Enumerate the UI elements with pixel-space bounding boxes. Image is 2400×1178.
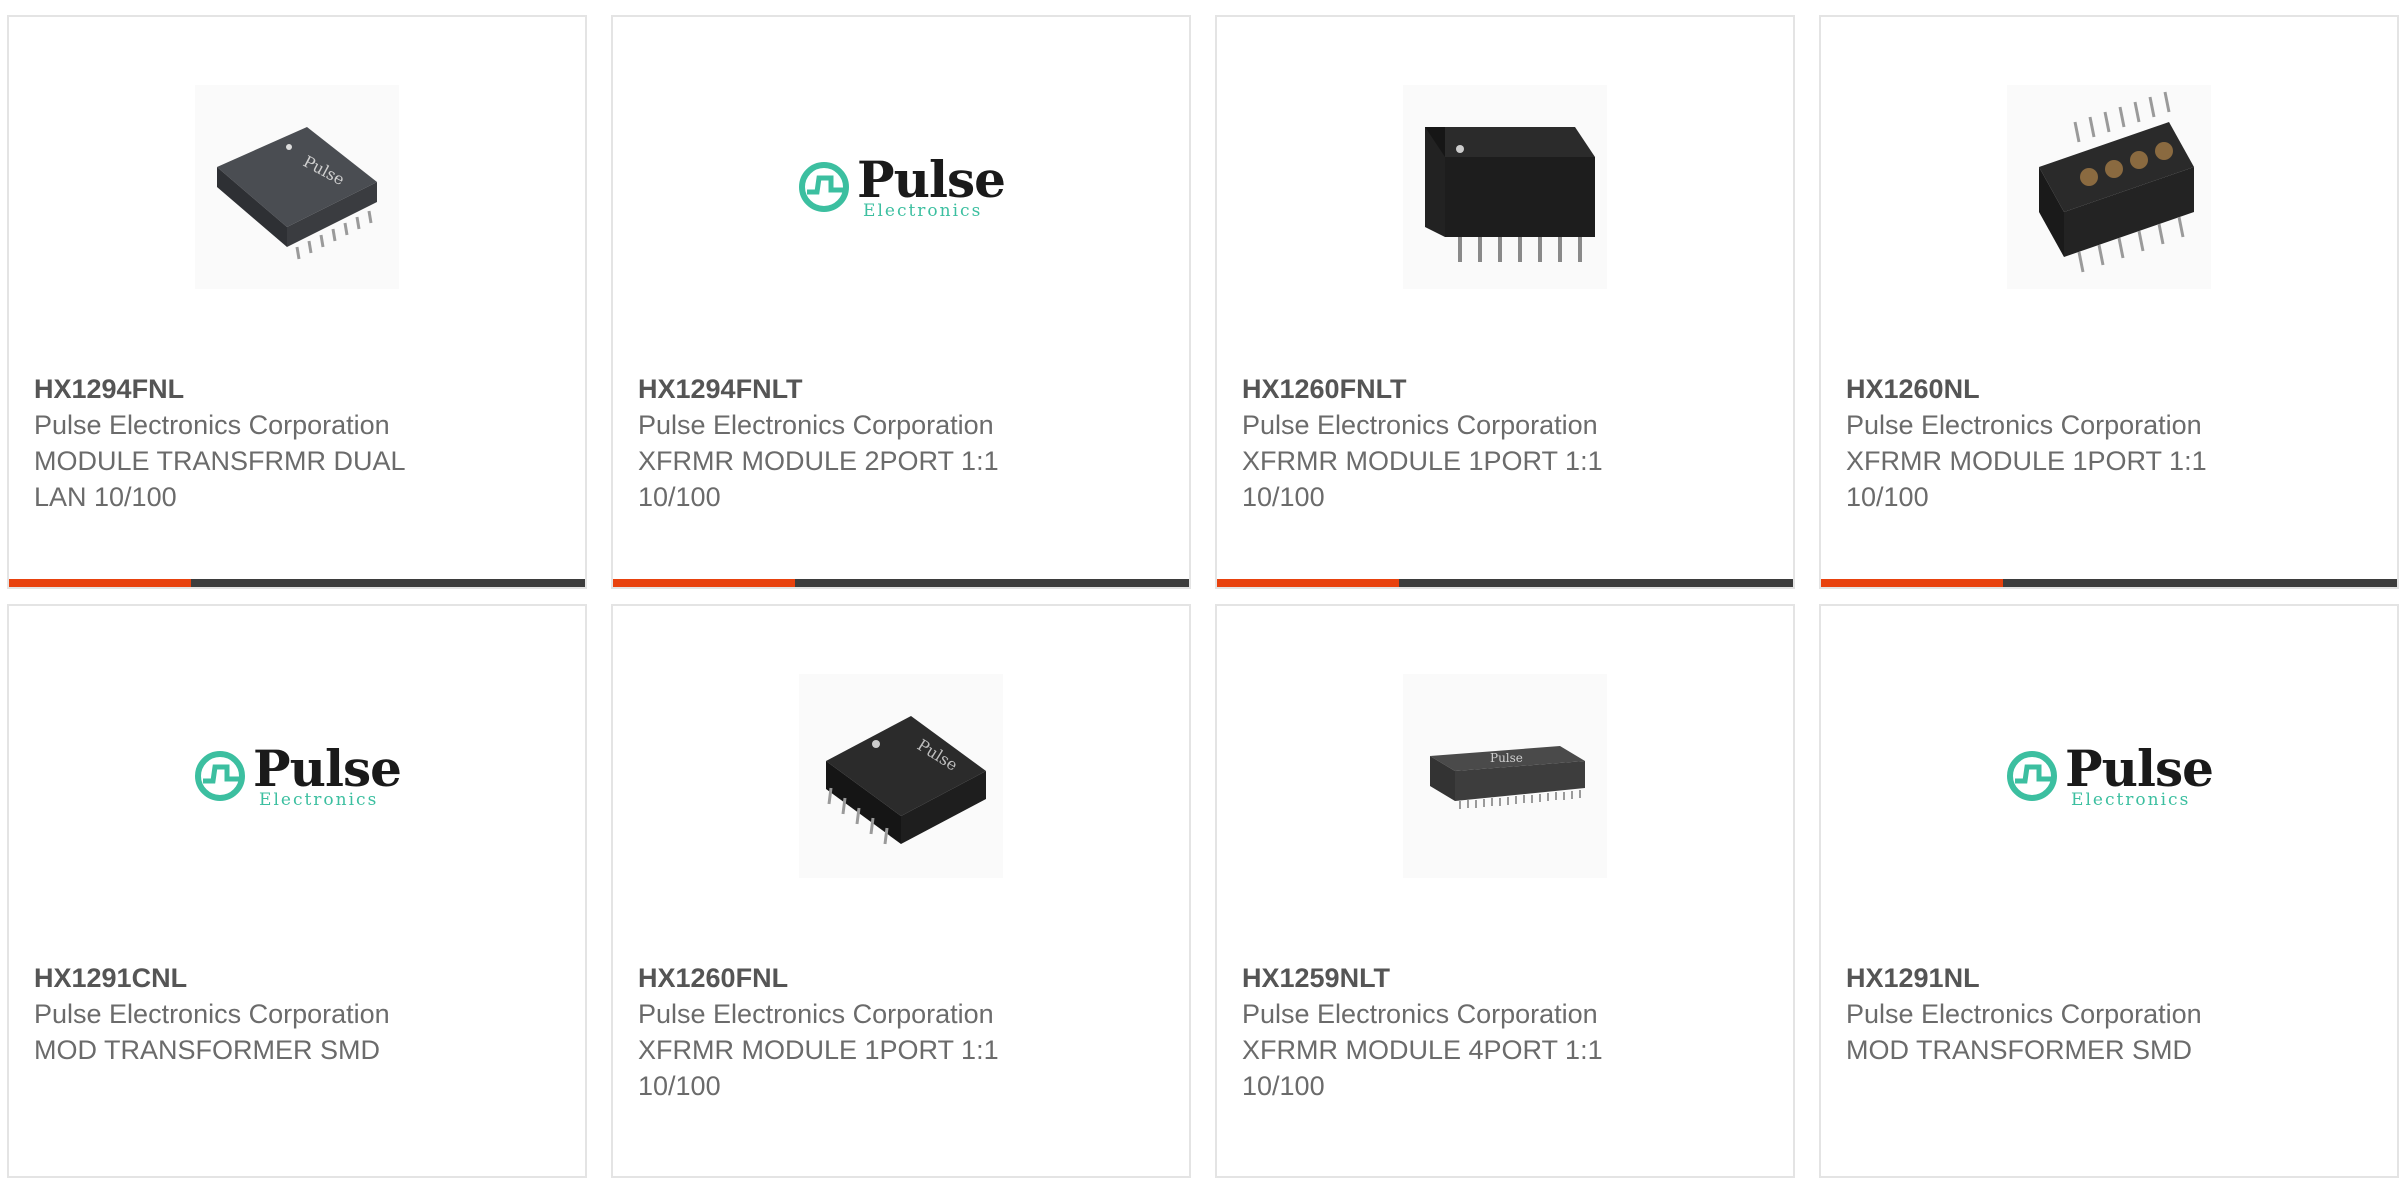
product-info: HX1260FNLT Pulse Electronics Corporation… (1242, 371, 1662, 515)
product-image: Pulse Electronics (1821, 674, 2397, 878)
description: XFRMR MODULE 1PORT 1:1 10/100 (638, 1035, 999, 1101)
product-card[interactable]: Pulse Electronics HX1291NL Pulse Electro… (1819, 604, 2399, 1178)
product-card[interactable]: HX1260NL Pulse Electronics Corporation X… (1819, 15, 2399, 589)
product-info: HX1260NL Pulse Electronics Corporation X… (1846, 371, 2266, 515)
manufacturer: Pulse Electronics Corporation (1242, 999, 1598, 1029)
product-image: Pulse (613, 674, 1189, 878)
product-info: HX1260FNL Pulse Electronics Corporation … (638, 960, 1058, 1104)
transformer-module-chip-icon: Pulse (799, 674, 1003, 878)
card-accent-bar (9, 579, 191, 587)
product-card[interactable]: Pulse HX1260FNL Pulse Electronics Corpor… (611, 604, 1191, 1178)
logo-sub: Electronics (259, 789, 379, 810)
card-bottom-bar (613, 579, 1189, 587)
card-bottom-bar (1217, 579, 1793, 587)
product-info: HX1259NLT Pulse Electronics Corporation … (1242, 960, 1662, 1104)
logo-brand: Pulse (857, 149, 1006, 209)
manufacturer: Pulse Electronics Corporation (1242, 410, 1598, 440)
pulse-logo-icon (799, 162, 850, 212)
description: XFRMR MODULE 4PORT 1:1 10/100 (1242, 1035, 1603, 1101)
card-accent-bar (613, 579, 795, 587)
description: MOD TRANSFORMER SMD (34, 1035, 381, 1065)
manufacturer: Pulse Electronics Corporation (638, 999, 994, 1029)
transformer-module-chip-icon (1403, 85, 1607, 289)
product-image: Pulse (9, 85, 585, 289)
part-number[interactable]: HX1260FNL (638, 960, 1058, 996)
part-number[interactable]: HX1259NLT (1242, 960, 1662, 996)
logo-brand: Pulse (253, 738, 402, 798)
logo-sub: Electronics (2071, 789, 2191, 810)
product-image (1821, 85, 2397, 289)
manufacturer: Pulse Electronics Corporation (34, 410, 390, 440)
logo-brand: Pulse (2065, 738, 2214, 798)
product-card[interactable]: Pulse HX1259NLT Pulse Electronics Corpor… (1215, 604, 1795, 1178)
pulse-electronics-logo: Pulse Electronics (2007, 674, 2214, 878)
product-card[interactable]: HX1260FNLT Pulse Electronics Corporation… (1215, 15, 1795, 589)
card-accent-bar (1821, 579, 2003, 587)
product-image (1217, 85, 1793, 289)
description: XFRMR MODULE 2PORT 1:1 10/100 (638, 446, 999, 512)
product-card[interactable]: Pulse Electronics HX1291CNL Pulse Electr… (7, 604, 587, 1178)
product-grid: Pulse HX1294FNL Pulse Electronics Corpor… (0, 0, 2400, 1178)
part-number[interactable]: HX1294FNL (34, 371, 454, 407)
product-image: Pulse (1217, 674, 1793, 878)
pulse-electronics-logo: Pulse Electronics (195, 674, 402, 878)
product-image: Pulse Electronics (613, 85, 1189, 289)
part-number[interactable]: HX1294FNLT (638, 371, 1058, 407)
manufacturer: Pulse Electronics Corporation (1846, 999, 2202, 1029)
svg-text:Pulse: Pulse (1490, 751, 1523, 765)
part-number[interactable]: HX1260FNLT (1242, 371, 1662, 407)
description: XFRMR MODULE 1PORT 1:1 10/100 (1242, 446, 1603, 512)
logo-sub: Electronics (863, 200, 983, 221)
manufacturer: Pulse Electronics Corporation (1846, 410, 2202, 440)
product-card[interactable]: Pulse HX1294FNL Pulse Electronics Corpor… (7, 15, 587, 589)
part-number[interactable]: HX1291NL (1846, 960, 2266, 996)
pulse-electronics-logo: Pulse Electronics (799, 85, 1006, 289)
product-info: HX1291NL Pulse Electronics Corporation M… (1846, 960, 2266, 1068)
description: XFRMR MODULE 1PORT 1:1 10/100 (1846, 446, 2207, 512)
card-accent-bar (1217, 579, 1399, 587)
manufacturer: Pulse Electronics Corporation (638, 410, 994, 440)
transformer-module-chip-icon: Pulse (195, 85, 399, 289)
product-card[interactable]: Pulse Electronics HX1294FNLT Pulse Elect… (611, 15, 1191, 589)
manufacturer: Pulse Electronics Corporation (34, 999, 390, 1029)
product-image: Pulse Electronics (9, 674, 585, 878)
card-bottom-bar (9, 579, 585, 587)
card-bottom-bar (1821, 579, 2397, 587)
pulse-logo-icon (2007, 751, 2058, 801)
product-info: HX1294FNL Pulse Electronics Corporation … (34, 371, 454, 515)
part-number[interactable]: HX1260NL (1846, 371, 2266, 407)
description: MOD TRANSFORMER SMD (1846, 1035, 2193, 1065)
open-transformer-chip-icon (2007, 85, 2211, 289)
part-number[interactable]: HX1291CNL (34, 960, 454, 996)
product-info: HX1294FNLT Pulse Electronics Corporation… (638, 371, 1058, 515)
product-info: HX1291CNL Pulse Electronics Corporation … (34, 960, 454, 1068)
description: MODULE TRANSFRMR DUAL LAN 10/100 (34, 446, 405, 512)
long-transformer-chip-icon: Pulse (1403, 674, 1607, 878)
pulse-logo-icon (195, 751, 246, 801)
